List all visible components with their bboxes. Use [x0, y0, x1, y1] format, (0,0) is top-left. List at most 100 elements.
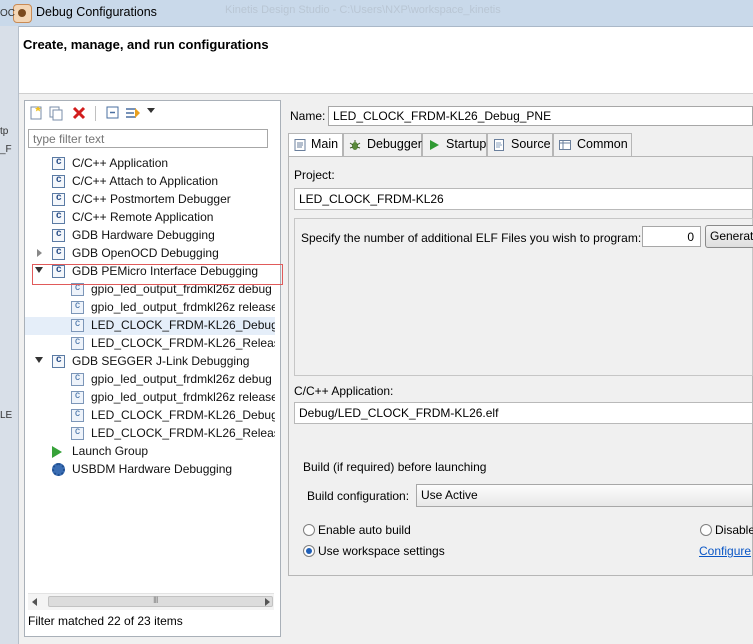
tree-category[interactable]: GDB SEGGER J-Link Debugging — [25, 353, 275, 371]
tree-category[interactable]: C/C++ Postmortem Debugger — [25, 191, 275, 209]
tab-startup-label: Startup — [446, 137, 487, 151]
tab-debugger[interactable]: Debugger — [343, 133, 422, 156]
tree-item-label: C/C++ Attach to Application — [72, 174, 219, 188]
scroll-right-icon[interactable] — [265, 598, 270, 606]
scrollbar-thumb[interactable]: III — [48, 595, 273, 607]
tab-source[interactable]: Source — [487, 133, 553, 156]
scroll-left-icon[interactable] — [32, 598, 37, 606]
tree-item-label: LED_CLOCK_FRDM-KL26_Debug_P — [91, 318, 275, 332]
filter-icon[interactable] — [125, 105, 141, 121]
tree-item-label: C/C++ Remote Application — [72, 210, 214, 224]
tree-category[interactable]: Launch Group — [25, 443, 275, 461]
tree-configuration[interactable]: LED_CLOCK_FRDM-KL26_Debug_P — [25, 317, 275, 335]
c-icon — [52, 210, 65, 224]
tree-item-label: LED_CLOCK_FRDM-KL26_Debug_Se — [91, 408, 275, 422]
configure-workspace-link[interactable]: Configure — [699, 544, 751, 558]
project-label: Project: — [294, 168, 335, 182]
tree-category[interactable]: GDB OpenOCD Debugging — [25, 245, 275, 263]
tree-item-label: GDB SEGGER J-Link Debugging — [72, 354, 250, 368]
application-field[interactable]: Debug/LED_CLOCK_FRDM-KL26.elf — [294, 402, 753, 424]
tree-configuration[interactable]: LED_CLOCK_FRDM-KL26_Release_P — [25, 335, 275, 353]
name-field[interactable]: LED_CLOCK_FRDM-KL26_Debug_PNE — [328, 106, 753, 126]
configuration-tree-pane: C/C++ Application C/C++ Attach to Applica… — [24, 100, 281, 637]
delete-icon[interactable] — [71, 105, 87, 121]
new-configuration-icon[interactable] — [28, 105, 44, 121]
background-window-edge: OC tp _F LE — [0, 8, 19, 644]
highlight-box — [32, 264, 283, 285]
build-configuration-select[interactable]: Use Active — [416, 484, 753, 507]
tree-configuration[interactable]: LED_CLOCK_FRDM-KL26_Release_S — [25, 425, 275, 443]
tree-item-label: GDB Hardware Debugging — [72, 228, 215, 242]
tab-common-label: Common — [577, 137, 628, 151]
tab-common[interactable]: Common — [553, 133, 632, 156]
tree-configuration[interactable]: gpio_led_output_frdmkl26z release — [25, 299, 275, 317]
expanded-chevron-icon[interactable] — [35, 357, 43, 363]
tab-startup[interactable]: Startup — [422, 133, 487, 156]
tab-main[interactable]: Main — [288, 133, 343, 157]
c-icon — [52, 246, 65, 260]
background-window-title: Kinetis Design Studio - C:\Users\NXP\wor… — [225, 4, 501, 16]
tree-item-label: gpio_led_output_frdmkl26z debug — [91, 372, 272, 386]
duplicate-icon[interactable] — [48, 105, 64, 121]
edge-fragment: OC — [0, 8, 15, 19]
tree-item-label: LED_CLOCK_FRDM-KL26_Release_S — [91, 426, 275, 440]
c-icon — [52, 156, 65, 170]
tree-configuration[interactable]: gpio_led_output_frdmkl26z debug — [25, 371, 275, 389]
c-icon — [71, 300, 84, 314]
tree-category[interactable]: C/C++ Application — [25, 155, 275, 173]
launch-group-icon — [52, 446, 62, 458]
build-group-label: Build (if required) before launching — [303, 460, 487, 474]
disable-auto-build-radio[interactable] — [700, 524, 712, 536]
dialog-title: Create, manage, and run configurations — [23, 37, 269, 52]
tree-item-label: GDB OpenOCD Debugging — [72, 246, 219, 260]
tab-main-label: Main — [311, 137, 339, 151]
gear-icon — [52, 463, 65, 476]
tree-configuration[interactable]: LED_CLOCK_FRDM-KL26_Debug_Se — [25, 407, 275, 425]
edge-fragment: tp — [0, 126, 9, 137]
generate-button[interactable]: Generate — [705, 225, 753, 248]
filter-menu-chevron-down-icon[interactable] — [147, 108, 155, 113]
tree-item-label: LED_CLOCK_FRDM-KL26_Release_P — [91, 336, 275, 350]
tree-configuration[interactable]: gpio_led_output_frdmkl26z release — [25, 389, 275, 407]
tree-category[interactable]: GDB Hardware Debugging — [25, 227, 275, 245]
filter-input[interactable] — [28, 129, 268, 148]
tree-item-label: USBDM Hardware Debugging — [72, 462, 233, 476]
tab-debugger-label: Debugger — [367, 137, 422, 151]
c-icon — [52, 228, 65, 242]
project-field[interactable]: LED_CLOCK_FRDM-KL26 — [294, 188, 753, 210]
configuration-tree: C/C++ Application C/C++ Attach to Applica… — [25, 155, 275, 585]
main-tab-icon — [294, 139, 306, 151]
tree-category[interactable]: C/C++ Remote Application — [25, 209, 275, 227]
common-icon — [559, 140, 571, 150]
tree-category[interactable]: USBDM Hardware Debugging — [25, 461, 275, 479]
use-workspace-settings-label[interactable]: Use workspace settings — [318, 544, 445, 558]
use-workspace-settings-radio[interactable] — [303, 545, 315, 557]
enable-auto-build-label[interactable]: Enable auto build — [318, 523, 411, 537]
tree-category[interactable]: C/C++ Attach to Application — [25, 173, 275, 191]
tree-item-label: C/C++ Application — [72, 156, 169, 170]
elf-count-label: Specify the number of additional ELF Fil… — [301, 231, 642, 245]
application-label: C/C++ Application: — [294, 384, 394, 398]
c-icon — [71, 426, 84, 440]
c-icon — [52, 354, 65, 368]
c-icon — [71, 390, 84, 404]
collapse-all-icon[interactable] — [105, 105, 121, 121]
app-icon — [13, 4, 32, 23]
name-label: Name: — [290, 109, 326, 123]
collapsed-chevron-icon[interactable] — [37, 249, 42, 257]
elf-count-field[interactable]: 0 — [642, 226, 701, 247]
tab-source-label: Source — [511, 137, 551, 151]
disable-auto-build-label[interactable]: Disable — [715, 523, 753, 537]
tree-item-label: Launch Group — [72, 444, 149, 458]
source-icon — [494, 139, 504, 151]
c-icon — [71, 336, 84, 350]
edge-fragment: _F — [0, 144, 12, 155]
c-icon — [52, 192, 65, 206]
tree-item-label: gpio_led_output_frdmkl26z release — [91, 390, 275, 404]
enable-auto-build-radio[interactable] — [303, 524, 315, 536]
bug-icon — [349, 140, 361, 150]
horizontal-scrollbar[interactable]: III — [28, 593, 274, 610]
c-icon — [71, 408, 84, 422]
play-icon — [430, 140, 439, 150]
tree-toolbar — [25, 101, 280, 127]
